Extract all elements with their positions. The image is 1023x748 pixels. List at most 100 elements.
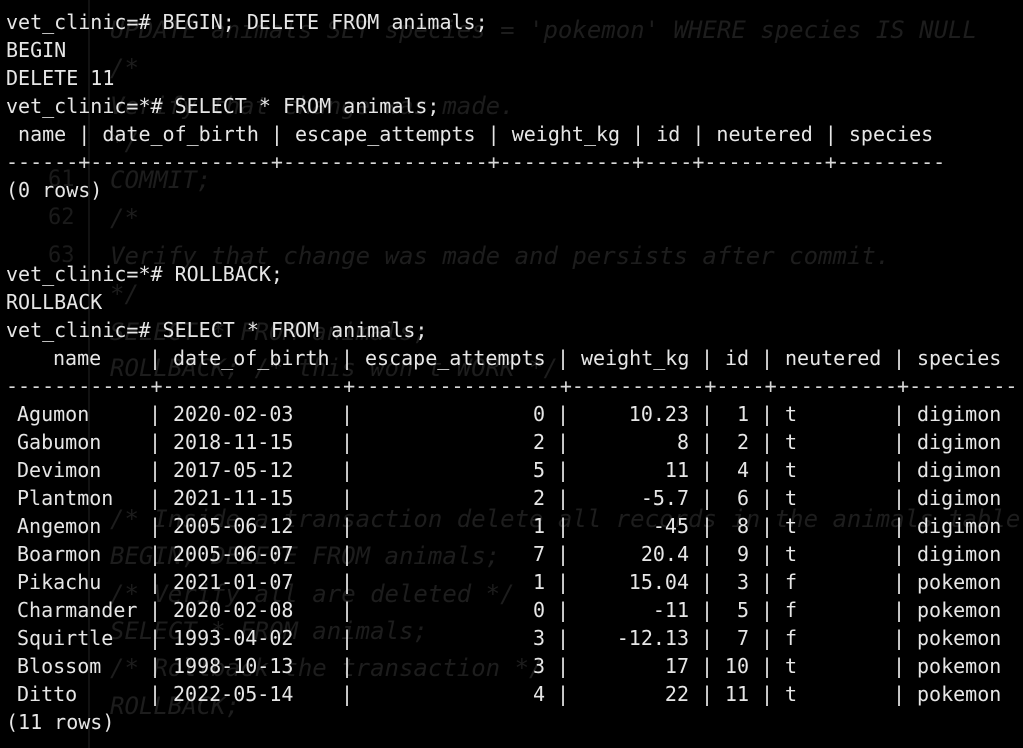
cell-neutered: t [785,402,798,426]
cell-escape-attempts: 1 [532,514,545,538]
column-separator: | [701,654,714,678]
cell-weight-kg: 22 [664,682,689,706]
command-line: vet_clinic=# BEGIN; DELETE FROM animals; [6,10,488,34]
column-header-id: id [725,346,750,370]
column-separator: | [149,402,162,426]
column-separator: | [341,682,354,706]
command-line: vet_clinic=*# SELECT * FROM animals; [6,94,440,118]
table-row: Plantmon 2021-11-15 2 -5.7 6 t digimon | | | | | | [6,484,1023,512]
column-separator: | [341,430,354,454]
cell-date-of-birth: 2005-06-07 [173,542,294,566]
cell-neutered: t [785,654,798,678]
cell-date-of-birth: 1993-04-02 [173,626,294,650]
cell-name: Pikachu [17,570,102,594]
column-separator: | [701,402,714,426]
column-header-species: species [917,346,1002,370]
cell-weight-kg: 8 [676,430,689,454]
cell-id: 7 [736,626,749,650]
cell-escape-attempts: 0 [532,598,545,622]
column-separator: | [149,626,162,650]
empty-table-divider: ------+---------------+-----------------… [6,150,946,174]
column-separator: | [761,458,774,482]
column-separator: | [893,654,906,678]
cell-name: Ditto [17,682,78,706]
column-separator: | [701,682,714,706]
column-separator: | [149,486,162,510]
cell-species: pokemon [917,598,1002,622]
cell-id: 6 [736,486,749,510]
column-separator: | [341,458,354,482]
cell-species: pokemon [917,654,1002,678]
cell-weight-kg: 20.4 [640,542,689,566]
column-separator: | [149,346,162,370]
column-header-escape-attempts: escape_attempts [365,346,546,370]
column-separator: | [149,458,162,482]
cell-date-of-birth: 1998-10-13 [173,654,294,678]
table-row: Charmander 2020-02-08 0 -11 5 f pokemon | | | | | | [6,596,1023,624]
column-separator: | [149,430,162,454]
table-row: Agumon 2020-02-03 0 10.23 1 t digimon | | | | | | [6,400,1023,428]
table-row: Blossom 1998-10-13 3 17 10 t pokemon | | | | | | [6,652,1023,680]
cell-escape-attempts: 1 [532,570,545,594]
cell-species: digimon [917,514,1002,538]
column-separator: | [341,486,354,510]
table-header: name | date_of_birth | escape_attempts |… [6,344,1023,372]
cell-neutered: f [785,598,798,622]
column-separator: | [341,570,354,594]
cell-date-of-birth: 2022-05-14 [173,682,294,706]
cell-date-of-birth: 2005-06-12 [173,514,294,538]
cell-species: pokemon [917,626,1002,650]
column-separator: | [761,430,774,454]
column-separator: | [341,542,354,566]
table-row: Pikachu 2021-01-07 1 15.04 3 f pokemon | | | | | | [6,568,1023,596]
column-separator: | [149,570,162,594]
cell-date-of-birth: 2020-02-08 [173,598,294,622]
column-separator: | [149,514,162,538]
cell-escape-attempts: 7 [532,542,545,566]
table-row: Devimon 2017-05-12 5 11 4 t digimon | | | | | | [6,456,1023,484]
column-separator: | [701,542,714,566]
cell-escape-attempts: 4 [532,682,545,706]
cell-weight-kg: -12.13 [616,626,689,650]
column-separator: | [893,682,906,706]
terminal-output[interactable]: vet_clinic=# BEGIN; DELETE FROM animals;… [0,0,1023,748]
column-separator: | [149,598,162,622]
cell-escape-attempts: 2 [532,486,545,510]
cell-id: 11 [724,682,749,706]
output-line: DELETE 11 [6,66,115,90]
column-separator: | [341,654,354,678]
cell-name: Angemon [17,514,102,538]
column-separator: | [761,682,774,706]
empty-table-header: name | date_of_birth | escape_attempts |… [6,122,946,146]
column-separator: | [341,514,354,538]
cell-weight-kg: 15.04 [628,570,689,594]
cell-name: Boarmon [17,542,102,566]
cell-id: 9 [736,542,749,566]
column-separator: | [341,598,354,622]
cell-date-of-birth: 2020-02-03 [173,402,294,426]
cell-weight-kg: 11 [664,458,689,482]
cell-name: Blossom [17,654,102,678]
column-separator: | [893,346,906,370]
column-header-neutered: neutered [785,346,882,370]
column-separator: | [557,570,570,594]
cell-species: pokemon [917,570,1002,594]
output-line: ROLLBACK [6,290,103,314]
cell-species: digimon [917,402,1002,426]
column-separator: | [149,654,162,678]
column-separator: | [701,486,714,510]
column-separator: | [761,598,774,622]
cell-escape-attempts: 2 [532,430,545,454]
cell-species: digimon [917,430,1002,454]
cell-escape-attempts: 3 [532,654,545,678]
column-separator: | [761,514,774,538]
command-line: vet_clinic=# SELECT * FROM animals; [6,318,428,342]
column-separator: | [893,542,906,566]
cell-id: 4 [736,458,749,482]
cell-weight-kg: -5.7 [640,486,689,510]
table-row: Boarmon 2005-06-07 7 20.4 9 t digimon | | | | | | [6,540,1023,568]
cell-date-of-birth: 2021-01-07 [173,570,294,594]
table-row: Angemon 2005-06-12 1 -45 8 t digimon | | | | | | [6,512,1023,540]
row-count: (11 rows) [6,710,115,734]
cell-date-of-birth: 2021-11-15 [173,486,294,510]
